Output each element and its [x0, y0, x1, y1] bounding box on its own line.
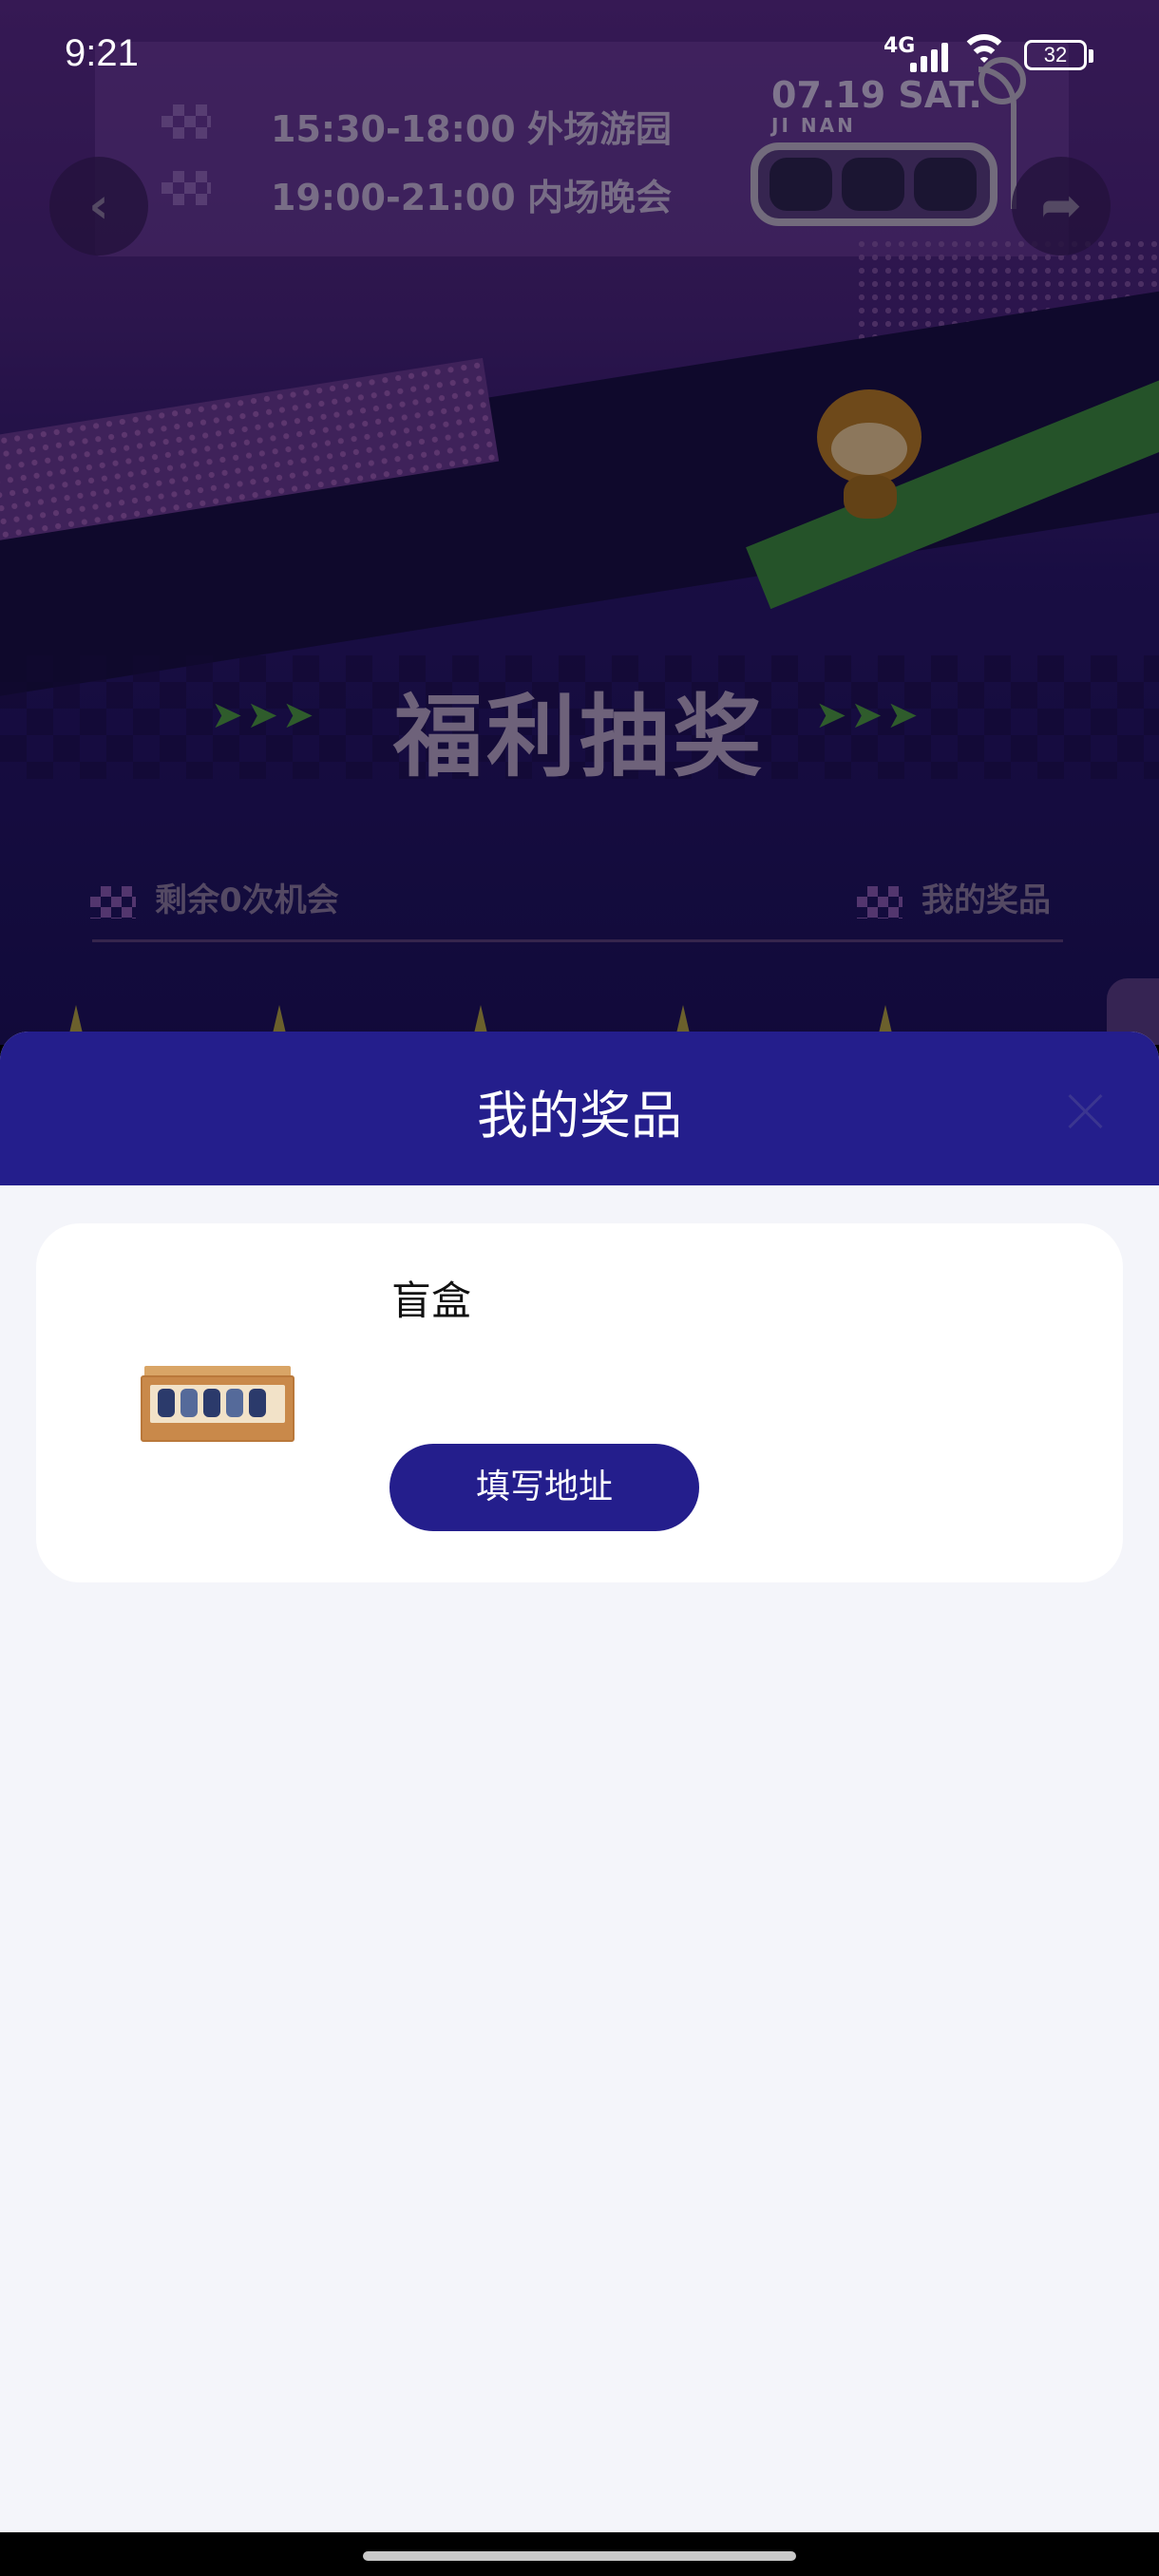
- fill-address-button[interactable]: 填写地址: [390, 1444, 699, 1531]
- my-prizes-sheet: 我的奖品 盲盒 填写地址: [0, 1032, 1159, 2532]
- modal-overlay[interactable]: [0, 0, 1159, 1045]
- blind-box-image: [137, 1362, 298, 1444]
- wifi-icon: [960, 34, 1009, 76]
- close-icon[interactable]: [1058, 1085, 1112, 1138]
- battery-tip: [1089, 49, 1093, 63]
- home-indicator[interactable]: [363, 2551, 796, 2561]
- sheet-title: 我的奖品: [477, 1086, 682, 1146]
- sheet-header: 我的奖品: [0, 1032, 1159, 1185]
- battery-icon: 32: [1024, 40, 1087, 70]
- prize-name: 盲盒: [391, 1278, 472, 1324]
- status-time: 9:21: [65, 32, 139, 74]
- navigation-bar: [0, 2532, 1159, 2576]
- signal-icon: [902, 38, 950, 72]
- prize-card: 盲盒 填写地址: [36, 1223, 1123, 1582]
